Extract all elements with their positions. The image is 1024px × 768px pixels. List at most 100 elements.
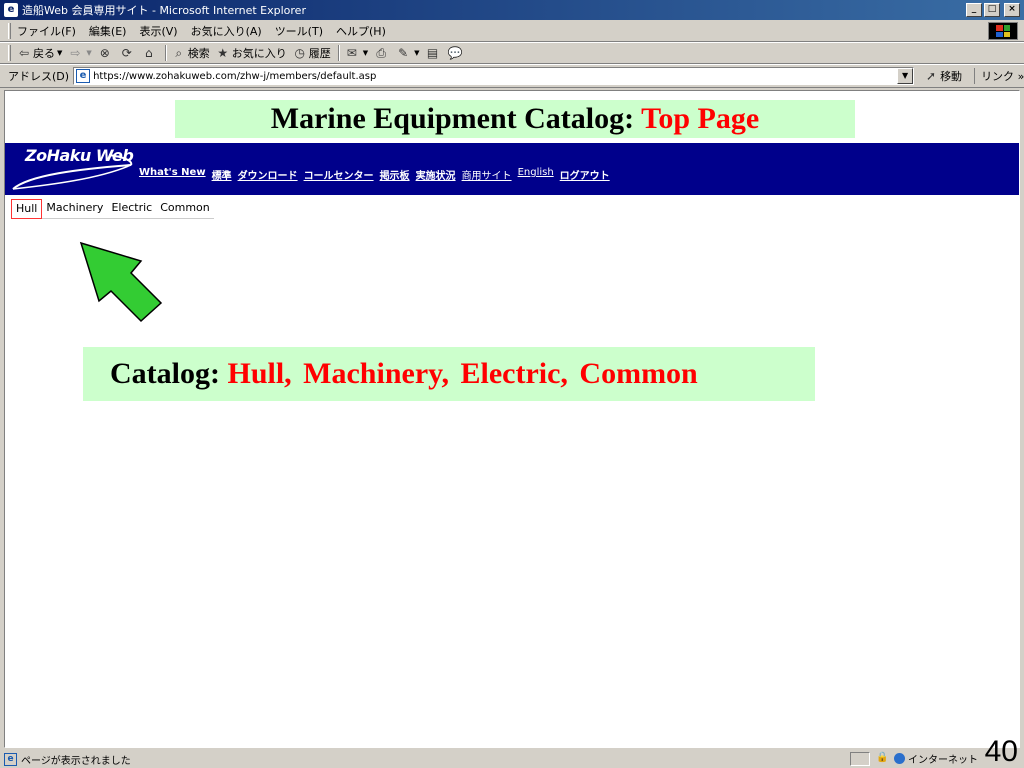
search-button[interactable]: ⌕ 検索 [172, 45, 210, 61]
menu-view[interactable]: 表示(V) [139, 23, 177, 39]
menu-file[interactable]: ファイル(F) [17, 23, 76, 39]
address-field[interactable]: e ▼ [73, 67, 915, 85]
nav-commercial-site[interactable]: 商用サイト [462, 167, 512, 182]
page-icon: e [76, 69, 91, 83]
nav-english[interactable]: English [518, 167, 554, 182]
nav-whats-new[interactable]: What's New [139, 167, 206, 182]
tab-machinery[interactable]: Machinery [42, 199, 107, 219]
address-dropdown-icon[interactable]: ▼ [897, 68, 914, 84]
status-bar: e ページが表示されました 🔒 インターネット 40 [0, 736, 1024, 768]
go-label: 移動 [940, 70, 963, 83]
chevron-right-icon: » [1017, 70, 1024, 83]
go-arrow-icon: ➚ [926, 69, 937, 83]
menu-tools[interactable]: ツール(T) [275, 23, 323, 39]
category-tabs: Hull Machinery Electric Common [11, 198, 214, 219]
links-button[interactable]: リンク » [974, 68, 1024, 84]
title-bar: e 造船Web 会員専用サイト - Microsoft Internet Exp… [0, 0, 1024, 20]
mail-icon: ✉ [346, 46, 357, 60]
history-button[interactable]: ◷ 履歴 [293, 45, 331, 61]
maximize-button[interactable]: □ [984, 3, 1000, 17]
slide-title: Marine Equipment Catalog: Top Page [175, 100, 855, 138]
back-dropdown-icon[interactable]: ▼ [57, 49, 62, 57]
history-icon: ◷ [294, 46, 306, 60]
url-input[interactable] [93, 70, 914, 82]
toolbar-separator [164, 45, 167, 61]
stop-icon: ⊗ [99, 46, 110, 60]
messenger-button[interactable]: 💬 [448, 46, 464, 60]
toolbar-separator [337, 45, 340, 61]
tab-electric[interactable]: Electric [107, 199, 156, 219]
lock-icon: 🔒 [876, 752, 889, 763]
edit-button[interactable]: ✎ ▼ [396, 46, 419, 60]
favorites-label: お気に入り [231, 47, 287, 60]
document-icon: ▤ [426, 46, 439, 60]
nav-logout[interactable]: ログアウト [560, 167, 610, 182]
tab-hull[interactable]: Hull [11, 198, 43, 219]
back-label: 戻る [33, 47, 55, 60]
catalog-caption-label: Catalog: [110, 357, 220, 390]
refresh-icon: ⟳ [121, 46, 132, 60]
nav-bulletin-board[interactable]: 掲示板 [380, 167, 410, 182]
close-button[interactable]: × [1004, 3, 1020, 17]
links-label: リンク [981, 70, 1015, 83]
favorites-icon: ★ [217, 46, 229, 60]
security-zone: インターネット [894, 751, 978, 766]
discuss-button[interactable]: ▤ [426, 46, 442, 60]
nav-call-center[interactable]: コールセンター [304, 167, 374, 182]
slide-page-number: 40 [984, 735, 1018, 768]
status-panel [850, 752, 870, 766]
history-label: 履歴 [308, 47, 331, 60]
menu-help[interactable]: ヘルプ(H) [336, 23, 386, 39]
site-nav: What's New 標準 ダウンロード コールセンター 掲示板 実施状況 商用… [139, 167, 610, 182]
home-button[interactable]: ⌂ [142, 46, 158, 60]
nav-status[interactable]: 実施状況 [416, 167, 456, 182]
mail-dropdown-icon[interactable]: ▼ [363, 49, 368, 57]
toolbar-grip [8, 45, 11, 61]
globe-icon [894, 753, 905, 764]
search-label: 検索 [187, 47, 210, 60]
forward-button[interactable]: ⇨ ▼ [68, 46, 91, 60]
chat-bubble-icon: 💬 [447, 46, 463, 60]
edit-icon: ✎ [398, 46, 409, 60]
window-title: 造船Web 会員専用サイト - Microsoft Internet Explo… [22, 4, 306, 17]
site-banner: ZoHaku Web What's New 標準 ダウンロード コールセンター … [5, 143, 1019, 195]
print-icon: ⎙ [376, 46, 386, 60]
back-arrow-icon: ⇦ [18, 46, 30, 60]
slide-title-main: Marine Equipment Catalog: [270, 102, 635, 135]
page-content: Marine Equipment Catalog: Top Page ZoHak… [4, 90, 1020, 748]
refresh-button[interactable]: ⟳ [120, 46, 136, 60]
standard-toolbar: ⇦ 戻る ▼ ⇨ ▼ ⊗ ⟳ ⌂ ⌕ 検索 ★ お気に入り ◷ 履歴 ✉ ▼ ⎙… [0, 42, 1024, 64]
favorites-button[interactable]: ★ お気に入り [216, 45, 287, 61]
zone-label: インターネット [908, 755, 978, 766]
print-button[interactable]: ⎙ [374, 46, 390, 60]
catalog-caption: Catalog: Hull, Machinery, Electric, Comm… [83, 347, 815, 401]
menu-edit[interactable]: 編集(E) [89, 23, 127, 39]
edit-dropdown-icon[interactable]: ▼ [414, 49, 419, 57]
catalog-caption-items: Hull, Machinery, Electric, Common [227, 357, 698, 390]
site-logo[interactable]: ZoHaku Web [25, 146, 134, 165]
windows-logo-icon [988, 22, 1018, 40]
nav-download[interactable]: ダウンロード [238, 167, 298, 182]
page-loaded-icon: e [4, 752, 17, 766]
go-button[interactable]: ➚ 移動 [924, 68, 962, 84]
address-bar: アドレス(D) e ▼ ➚ 移動 リンク » [0, 64, 1024, 88]
menu-bar: ファイル(F) 編集(E) 表示(V) お気に入り(A) ツール(T) ヘルプ(… [0, 20, 1024, 42]
tab-common[interactable]: Common [156, 199, 214, 219]
search-icon: ⌕ [175, 46, 183, 60]
minimize-button[interactable]: _ [966, 3, 982, 17]
address-label: アドレス(D) [8, 70, 70, 83]
window-controls: _ □ × [966, 3, 1020, 17]
status-text: ページが表示されました [21, 755, 131, 767]
green-pointer-arrow-icon [79, 241, 163, 323]
forward-dropdown-icon[interactable]: ▼ [86, 49, 91, 57]
menu-grip [8, 22, 11, 39]
home-icon: ⌂ [144, 46, 153, 60]
back-button[interactable]: ⇦ 戻る ▼ [17, 45, 62, 61]
nav-standard[interactable]: 標準 [212, 167, 232, 182]
forward-arrow-icon: ⇨ [70, 46, 81, 60]
stop-button[interactable]: ⊗ [98, 46, 114, 60]
ie-page-icon: e [4, 3, 18, 17]
slide-title-accent: Top Page [641, 102, 760, 135]
mail-button[interactable]: ✉ ▼ [345, 46, 368, 60]
menu-favorites[interactable]: お気に入り(A) [191, 23, 262, 39]
